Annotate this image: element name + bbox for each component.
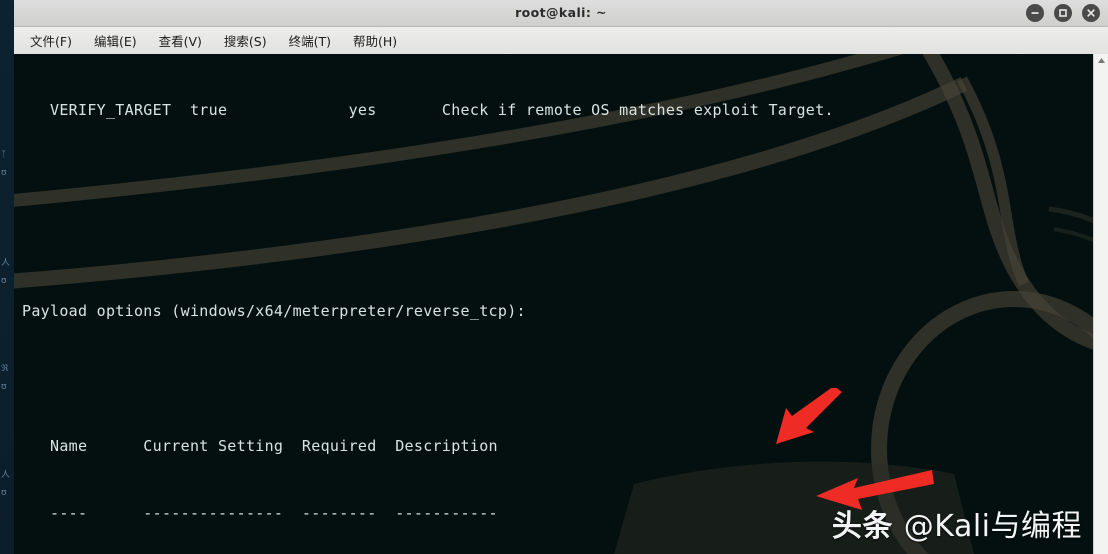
terminal-output-area[interactable]: VERIFY_TARGET true yes Check if remote O…: [14, 54, 1094, 554]
window-title: root@kali: ~: [515, 5, 607, 20]
watermark: 头条 @Kali与编程: [832, 501, 1082, 545]
menu-help[interactable]: 帮助(H): [353, 31, 397, 50]
terminal-line: VERIFY_TARGET true yes Check if remote O…: [22, 100, 834, 119]
menu-search[interactable]: 搜索(S): [224, 31, 267, 50]
menu-terminal[interactable]: 终端(T): [289, 31, 331, 50]
close-button[interactable]: [1082, 4, 1100, 22]
watermark-bold: 头条: [831, 509, 904, 544]
desktop-icon-4: ʊ: [1, 276, 7, 286]
vertical-scrollbar[interactable]: [1093, 54, 1108, 554]
desktop-icon-2: ʊ: [1, 168, 7, 178]
terminal-line: Name Current Setting Required Descriptio…: [22, 436, 498, 455]
desktop-icon-8: ʊ: [1, 488, 7, 498]
menu-view[interactable]: 查看(V): [159, 31, 202, 50]
watermark-rest: @Kali与编程: [903, 509, 1082, 544]
terminal-window: root@kali: ~ 文件(F) 编辑(E) 查看(V) 搜索(S) 终端(…: [14, 0, 1108, 554]
window-controls: [1026, 4, 1100, 22]
desktop-icon-5: ℜ: [1, 364, 9, 374]
maximize-button[interactable]: [1054, 4, 1072, 22]
desktop-icon-3: 人: [1, 258, 11, 268]
desktop-icon-6: ʊ: [1, 382, 7, 392]
menubar: 文件(F) 编辑(E) 查看(V) 搜索(S) 终端(T) 帮助(H): [14, 27, 1108, 55]
annotation-arrow-lhost: [776, 388, 842, 444]
screenshot-root: ᛉ ʊ 人 ʊ ℜ ʊ 人 ʊ root@kali: ~ 文件(F) 编辑(E)…: [0, 0, 1108, 554]
menu-edit[interactable]: 编辑(E): [94, 31, 137, 50]
window-titlebar[interactable]: root@kali: ~: [14, 0, 1108, 27]
terminal-line: Payload options (windows/x64/meterpreter…: [22, 302, 526, 321]
desktop-icon-1: ᛉ: [1, 150, 7, 160]
menu-file[interactable]: 文件(F): [30, 31, 72, 50]
desktop-icon-7: 人: [1, 470, 11, 480]
minimize-button[interactable]: [1026, 4, 1044, 22]
scroll-up-arrow-icon[interactable]: [1095, 56, 1107, 66]
